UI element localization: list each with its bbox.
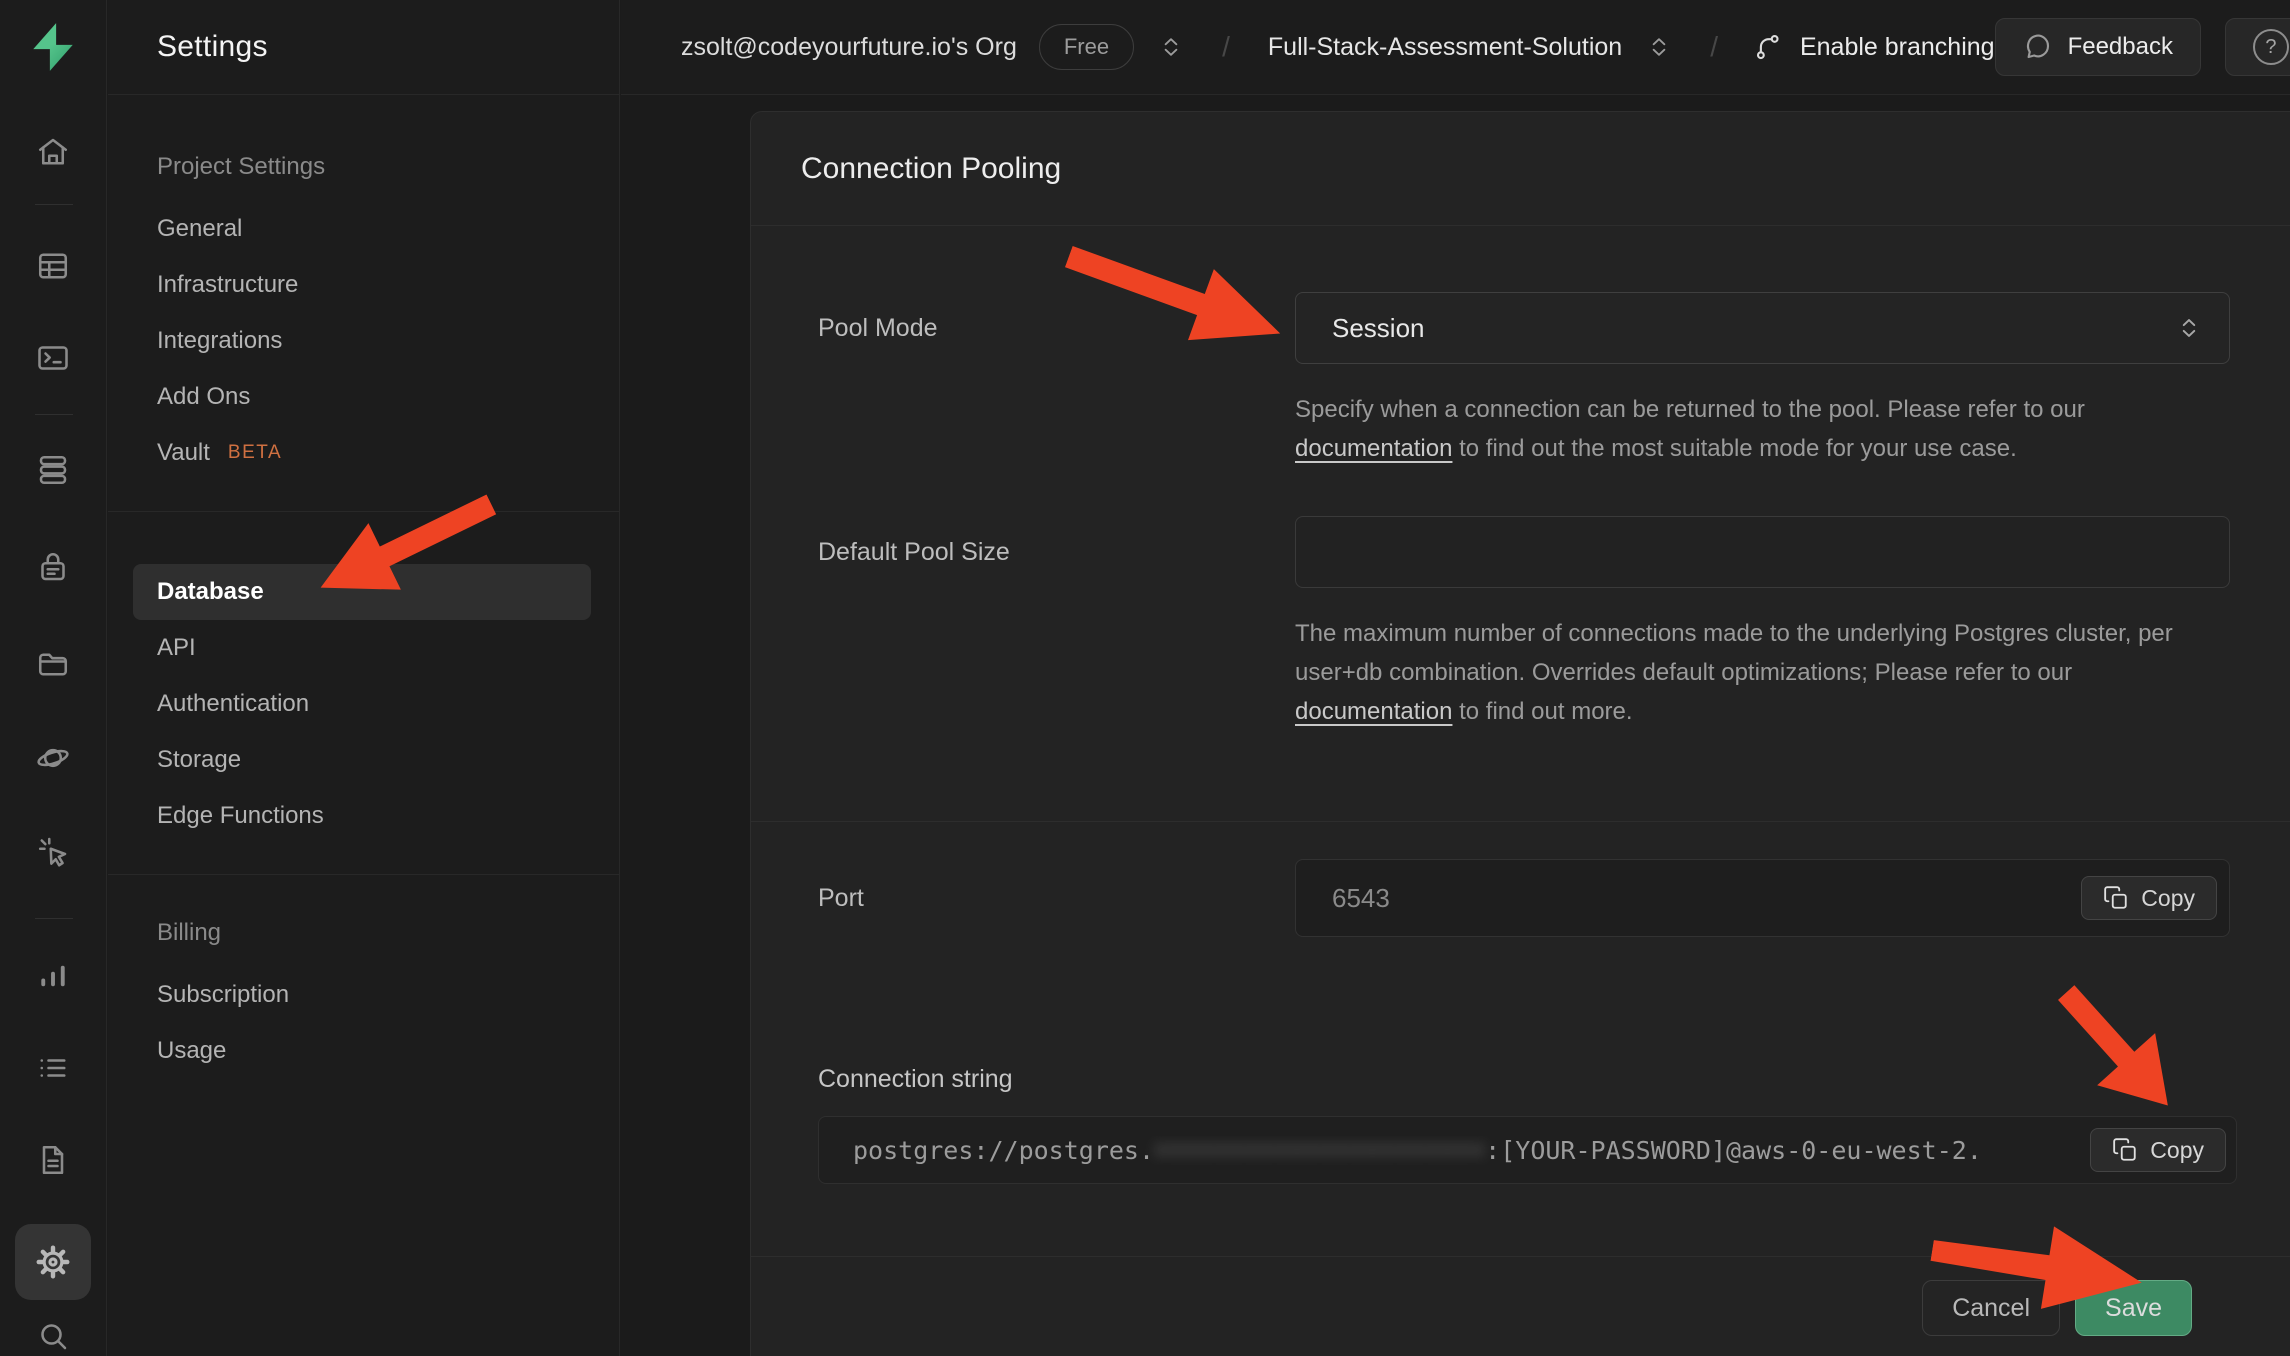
settings-nav: Project Settings General Infrastructure …	[108, 95, 619, 1079]
rail-divider	[35, 918, 73, 919]
connection-string-copy-button[interactable]: Copy	[2090, 1128, 2226, 1172]
rail-divider	[35, 204, 73, 205]
api-docs-icon[interactable]	[35, 1142, 71, 1178]
select-chevron-icon	[2175, 314, 2203, 342]
breadcrumb-separator: /	[1222, 31, 1230, 63]
panel-header: Connection Pooling	[751, 112, 2290, 226]
sidebar-item-edge-functions[interactable]: Edge Functions	[133, 788, 591, 844]
sidebar-item-authentication[interactable]: Authentication	[133, 676, 591, 732]
cancel-button[interactable]: Cancel	[1922, 1280, 2060, 1336]
sidebar-item-vault[interactable]: Vault BETA	[133, 425, 591, 481]
project-breadcrumb[interactable]: Full-Stack-Assessment-Solution	[1268, 33, 1622, 62]
nav-divider	[108, 874, 619, 875]
port-copy-button[interactable]: Copy	[2081, 876, 2217, 920]
pool-mode-description: Specify when a connection can be returne…	[1295, 390, 2230, 468]
redacted-project-ref: ••••••••••••••••••••••	[1154, 1136, 1485, 1165]
supabase-logo[interactable]	[28, 20, 78, 74]
breadcrumb-separator: /	[1710, 31, 1718, 63]
rail-active-highlight[interactable]	[15, 1224, 91, 1300]
port-row: Port 6543 Copy	[818, 859, 2237, 937]
pool-mode-row: Pool Mode Session Specify when a connect…	[818, 292, 2237, 468]
feedback-button[interactable]: Feedback	[1995, 18, 2201, 76]
documentation-link[interactable]: documentation	[1295, 698, 1452, 725]
default-pool-size-label: Default Pool Size	[818, 516, 1295, 588]
documentation-link[interactable]: documentation	[1295, 435, 1452, 462]
org-switcher-chevron-icon[interactable]	[1158, 34, 1184, 60]
sidebar-item-integrations[interactable]: Integrations	[133, 313, 591, 369]
copy-icon	[2103, 885, 2129, 911]
sidebar-item-api[interactable]: API	[133, 620, 591, 676]
connection-string-value: postgres://postgres.••••••••••••••••••••…	[853, 1136, 1982, 1165]
copy-icon	[2112, 1137, 2138, 1163]
sidebar-item-usage[interactable]: Usage	[133, 1023, 591, 1079]
default-pool-size-row: Default Pool Size The maximum number of …	[818, 516, 2237, 731]
sql-editor-icon[interactable]	[35, 340, 71, 376]
enable-branching-button[interactable]: Enable branching	[1754, 32, 1995, 62]
nav-divider	[108, 511, 619, 512]
pool-mode-value: Session	[1332, 313, 1425, 344]
sidebar-item-storage[interactable]: Storage	[133, 732, 591, 788]
port-field: 6543 Copy	[1295, 859, 2230, 937]
home-icon[interactable]	[35, 134, 71, 170]
sidebar-header: Settings	[108, 0, 619, 95]
settings-sidebar: Settings Project Settings General Infras…	[108, 0, 620, 1356]
save-button[interactable]: Save	[2075, 1280, 2192, 1336]
reports-icon[interactable]	[35, 958, 71, 994]
org-breadcrumb[interactable]: zsolt@codeyourfuture.io's Org	[681, 33, 1017, 62]
search-icon[interactable]	[35, 1318, 71, 1354]
pool-mode-select[interactable]: Session	[1295, 292, 2230, 364]
sidebar-item-subscription[interactable]: Subscription	[133, 967, 591, 1023]
git-branch-icon	[1754, 32, 1784, 62]
pool-mode-label: Pool Mode	[818, 292, 1295, 364]
page-title: Settings	[157, 30, 268, 64]
nav-section-project-settings: Project Settings	[133, 139, 591, 195]
database-icon[interactable]	[35, 452, 71, 488]
default-pool-size-description: The maximum number of connections made t…	[1295, 614, 2230, 731]
top-bar: zsolt@codeyourfuture.io's Org Free / Ful…	[621, 0, 2290, 95]
realtime-icon[interactable]	[35, 833, 71, 869]
chat-bubble-icon	[2023, 32, 2053, 62]
default-pool-size-input[interactable]	[1295, 516, 2230, 588]
sidebar-item-general[interactable]: General	[133, 201, 591, 257]
section-divider	[751, 821, 2290, 822]
connection-string-label: Connection string	[818, 1065, 2237, 1094]
sidebar-item-add-ons[interactable]: Add Ons	[133, 369, 591, 425]
connection-string-field: postgres://postgres.••••••••••••••••••••…	[818, 1116, 2237, 1184]
port-label: Port	[818, 859, 1295, 937]
project-switcher-chevron-icon[interactable]	[1646, 34, 1672, 60]
beta-badge: BETA	[228, 442, 282, 464]
icon-rail	[0, 0, 107, 1356]
panel-footer: Cancel Save	[751, 1256, 2290, 1356]
auth-icon[interactable]	[35, 549, 71, 585]
edge-functions-icon[interactable]	[35, 740, 71, 776]
storage-icon[interactable]	[35, 645, 71, 681]
sidebar-item-database[interactable]: Database	[133, 564, 591, 620]
sidebar-item-infrastructure[interactable]: Infrastructure	[133, 257, 591, 313]
question-mark-icon: ?	[2253, 29, 2289, 65]
connection-pooling-panel: Connection Pooling Pool Mode Session Spe…	[750, 111, 2290, 1356]
settings-icon	[34, 1243, 72, 1281]
panel-title: Connection Pooling	[801, 152, 1061, 186]
plan-badge: Free	[1039, 24, 1134, 70]
port-value: 6543	[1332, 883, 1390, 914]
table-editor-icon[interactable]	[35, 248, 71, 284]
help-button[interactable]: ? Help	[2225, 18, 2290, 76]
rail-divider	[35, 414, 73, 415]
logs-icon[interactable]	[35, 1050, 71, 1086]
connection-string-section: Connection string postgres://postgres.••…	[818, 1065, 2237, 1184]
nav-section-billing: Billing	[133, 905, 591, 961]
